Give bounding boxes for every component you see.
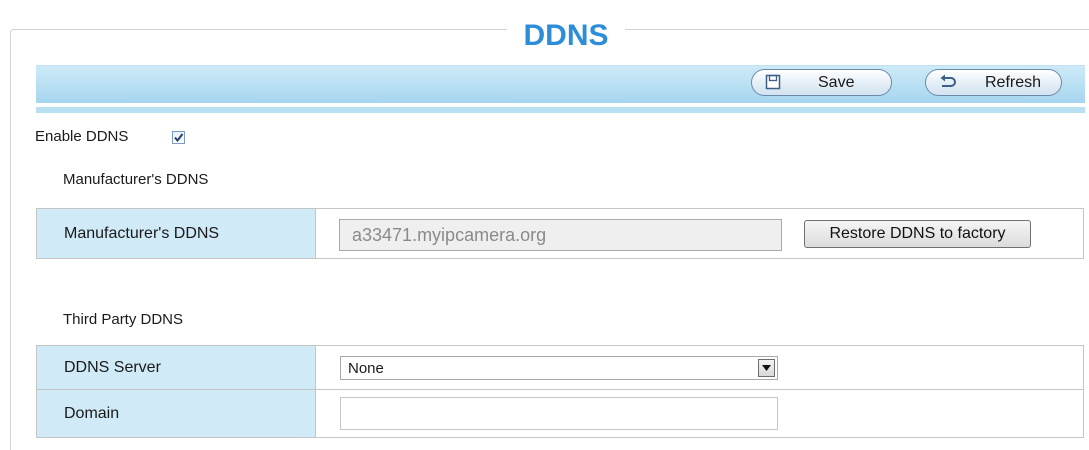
manufacturer-ddns-row-label: Manufacturer's DDNS [36, 208, 316, 259]
ddns-server-selected-value: None [348, 360, 384, 377]
page-title: DDNS [507, 16, 625, 56]
enable-ddns-checkbox[interactable] [172, 131, 185, 144]
ddns-server-label: DDNS Server [36, 345, 316, 390]
refresh-button[interactable]: Refresh [925, 69, 1062, 96]
checkmark-icon [174, 133, 184, 143]
domain-input[interactable] [340, 397, 778, 430]
toolbar-divider [36, 107, 1085, 113]
refresh-button-label: Refresh [985, 74, 1042, 91]
restore-ddns-button[interactable]: Restore DDNS to factory [804, 220, 1031, 248]
manufacturer-ddns-value-cell: Restore DDNS to factory [315, 208, 1084, 259]
ddns-server-row: DDNS Server None [36, 345, 1084, 390]
manufacturer-ddns-field[interactable] [339, 219, 782, 251]
third-party-section-label: Third Party DDNS [63, 311, 184, 328]
ddns-server-value-cell: None [315, 345, 1084, 390]
chevron-down-icon[interactable] [758, 359, 775, 377]
domain-label: Domain [36, 389, 316, 438]
manufacturer-ddns-table: Manufacturer's DDNS Restore DDNS to fact… [36, 208, 1084, 259]
refresh-arrow-icon [939, 74, 956, 90]
ddns-server-select[interactable]: None [340, 356, 778, 380]
save-button-label: Save [818, 74, 855, 91]
enable-ddns-label: Enable DDNS [35, 128, 129, 145]
manufacturer-section-label: Manufacturer's DDNS [63, 171, 209, 188]
save-button[interactable]: Save [751, 69, 892, 96]
domain-row: Domain [36, 389, 1084, 438]
third-party-ddns-table: DDNS Server None Domain [36, 345, 1084, 438]
manufacturer-ddns-row: Manufacturer's DDNS Restore DDNS to fact… [36, 208, 1084, 259]
floppy-disk-icon [765, 74, 781, 90]
domain-value-cell [315, 389, 1084, 438]
